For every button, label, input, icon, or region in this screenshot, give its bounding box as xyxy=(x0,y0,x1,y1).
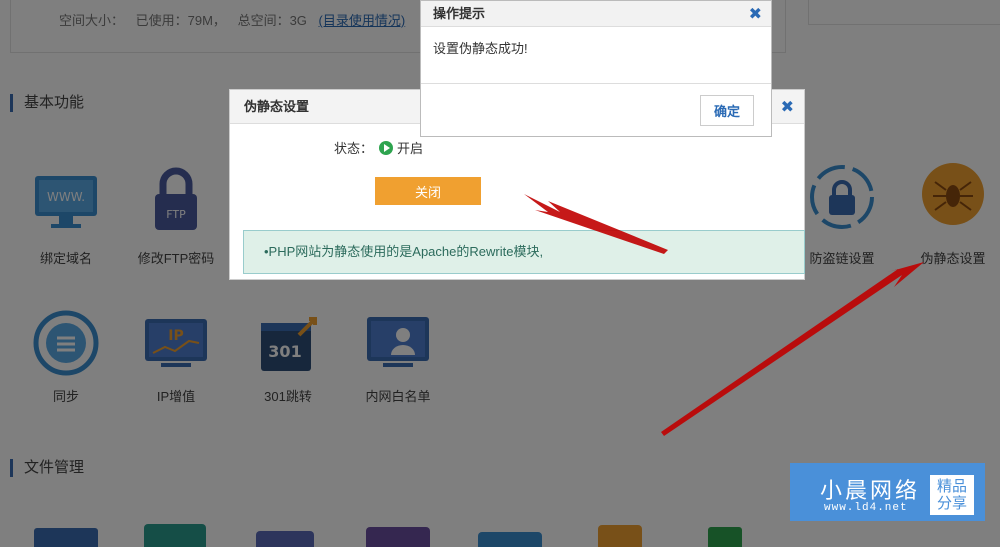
watermark-url: www.ld4.net xyxy=(824,502,908,514)
watermark-tag-line2: 分享 xyxy=(936,495,967,512)
operation-prompt-dialog: 操作提示 ✖ 设置伪静态成功! 确定 xyxy=(420,0,772,137)
panel-close-icon[interactable]: ✖ xyxy=(781,97,794,117)
dialog-close-icon[interactable]: ✖ xyxy=(749,4,762,24)
dialog-message: 设置伪静态成功! xyxy=(433,41,528,56)
watermark-tag: 精品 分享 xyxy=(930,475,974,515)
status-value[interactable]: 开启 xyxy=(397,138,423,157)
watermark-title: 小晨网络 xyxy=(820,478,921,503)
play-status-icon[interactable] xyxy=(379,140,394,155)
dialog-divider xyxy=(421,83,771,84)
status-label: 状态： xyxy=(334,141,374,156)
rewrite-tip: •PHP网站为静态使用的是Apache的Rewrite模块, xyxy=(243,230,805,274)
watermark-logo: 小晨网络 www.ld4.net 精品 分享 xyxy=(790,463,985,521)
confirm-button[interactable]: 确定 xyxy=(700,95,754,126)
dialog-title: 操作提示 xyxy=(421,1,771,27)
close-button[interactable]: 关闭 xyxy=(375,177,481,205)
watermark-tag-line1: 精品 xyxy=(936,478,967,495)
status-row: 状态： 开启 xyxy=(334,138,423,157)
